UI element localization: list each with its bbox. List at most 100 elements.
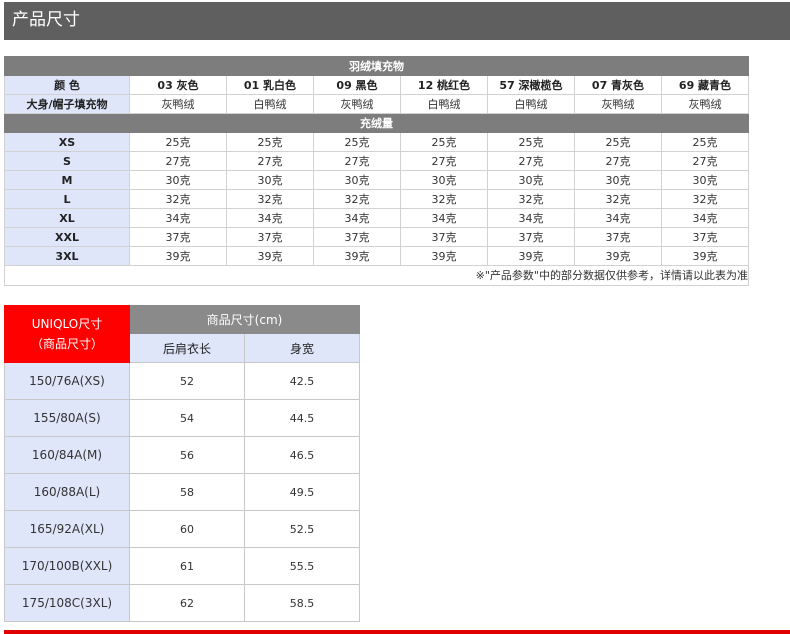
color-header: 69 藏青色	[661, 75, 749, 95]
table-cell: 27克	[487, 151, 575, 171]
table-cell: 灰鸭绒	[574, 94, 662, 114]
table-row: 170/100B(XXL) 61 55.5	[4, 547, 360, 585]
table-row: S 27克 27克 27克 27克 27克 27克 27克	[4, 151, 749, 171]
table-cell: 37克	[129, 227, 227, 247]
table-row: 160/88A(L) 58 49.5	[4, 473, 360, 511]
table-cell: 39克	[661, 246, 749, 266]
table-cell: 白鸭绒	[400, 94, 488, 114]
table-cell: 32克	[487, 189, 575, 209]
table-cell: 52	[129, 362, 245, 400]
brand-size-label: UNIQLO尺寸	[31, 317, 103, 331]
table-row: 160/84A(M) 56 46.5	[4, 436, 360, 474]
table-cell: 39克	[129, 246, 227, 266]
table-cell: 32克	[129, 189, 227, 209]
table-row: XL 34克 34克 34克 34克 34克 34克 34克	[4, 208, 749, 228]
color-row: 颜 色 03 灰色 01 乳白色 09 黑色 12 桃红色 57 深橄榄色 07…	[4, 75, 749, 95]
size-label: 160/84A(M)	[4, 436, 130, 474]
table-cell: 32克	[226, 189, 314, 209]
table-cell: 32克	[400, 189, 488, 209]
brand-size-sublabel: （商品尺寸）	[30, 337, 103, 351]
size-label: 165/92A(XL)	[4, 510, 130, 548]
table-cell: 25克	[226, 132, 314, 152]
table-cell: 34克	[661, 208, 749, 228]
table-cell: 62	[129, 584, 245, 622]
table-cell: 27克	[574, 151, 662, 171]
table-cell: 30克	[226, 170, 314, 190]
table-cell: 55.5	[244, 547, 360, 585]
size-label: 3XL	[4, 246, 130, 266]
table-cell: 27克	[661, 151, 749, 171]
size-label: XS	[4, 132, 130, 152]
table-cell: 27克	[226, 151, 314, 171]
table-row: XXL 37克 37克 37克 37克 37克 37克 37克	[4, 227, 749, 247]
table-cell: 27克	[313, 151, 401, 171]
table-cell: 34克	[129, 208, 227, 228]
table-cell: 37克	[661, 227, 749, 247]
table-cell: 32克	[661, 189, 749, 209]
size-label: XXL	[4, 227, 130, 247]
table-cell: 25克	[129, 132, 227, 152]
table-cell: 39克	[487, 246, 575, 266]
table-cell: 32克	[574, 189, 662, 209]
table-cell: 30克	[400, 170, 488, 190]
table-cell: 58	[129, 473, 245, 511]
table-cell: 25克	[487, 132, 575, 152]
size-label: 155/80A(S)	[4, 399, 130, 437]
section-header: 产品尺寸	[4, 2, 790, 40]
table-cell: 34克	[574, 208, 662, 228]
color-header: 01 乳白色	[226, 75, 314, 95]
size-label: 160/88A(L)	[4, 473, 130, 511]
table-cell: 27克	[129, 151, 227, 171]
color-header: 09 黑色	[313, 75, 401, 95]
table-title: 羽绒填充物	[4, 56, 749, 76]
table-cell: 30克	[487, 170, 575, 190]
size-label: 150/76A(XS)	[4, 362, 130, 400]
table-cell: 49.5	[244, 473, 360, 511]
subsection-title: 充绒量	[4, 113, 749, 133]
table-cell: 37克	[226, 227, 314, 247]
table-cell: 39克	[400, 246, 488, 266]
fill-row: 大身/帽子填充物 灰鸭绒 白鸭绒 灰鸭绒 白鸭绒 白鸭绒 灰鸭绒 灰鸭绒	[4, 94, 749, 114]
size-label: 170/100B(XXL)	[4, 547, 130, 585]
table-cell: 58.5	[244, 584, 360, 622]
color-header: 07 青灰色	[574, 75, 662, 95]
table-cell: 30克	[313, 170, 401, 190]
table-cell: 32克	[313, 189, 401, 209]
size-label: XL	[4, 208, 130, 228]
table-cell: 39克	[226, 246, 314, 266]
table-row: 155/80A(S) 54 44.5	[4, 399, 360, 437]
table-cell: 37克	[313, 227, 401, 247]
table-cell: 34克	[226, 208, 314, 228]
table-cell: 30克	[661, 170, 749, 190]
table-cell: 25克	[574, 132, 662, 152]
table-cell: 54	[129, 399, 245, 437]
table-cell: 44.5	[244, 399, 360, 437]
table-cell: 25克	[400, 132, 488, 152]
table-cell: 30克	[574, 170, 662, 190]
table-cell: 39克	[574, 246, 662, 266]
table-cell: 42.5	[244, 362, 360, 400]
row-label: 大身/帽子填充物	[4, 94, 130, 114]
table-cell: 61	[129, 547, 245, 585]
section-title: 产品尺寸	[12, 10, 80, 30]
column-header: 身宽	[244, 333, 360, 363]
table-row: 3XL 39克 39克 39克 39克 39克 39克 39克	[4, 246, 749, 266]
color-header: 12 桃红色	[400, 75, 488, 95]
color-header: 57 深橄榄色	[487, 75, 575, 95]
table-row: L 32克 32克 32克 32克 32克 32克 32克	[4, 189, 749, 209]
table-row: 165/92A(XL) 60 52.5	[4, 510, 360, 548]
table-cell: 34克	[487, 208, 575, 228]
table-cell: 52.5	[244, 510, 360, 548]
table-row: XS 25克 25克 25克 25克 25克 25克 25克	[4, 132, 749, 152]
table-cell: 灰鸭绒	[661, 94, 749, 114]
table-cell: 灰鸭绒	[129, 94, 227, 114]
table-cell: 60	[129, 510, 245, 548]
row-label: 颜 色	[4, 75, 130, 95]
table-cell: 25克	[661, 132, 749, 152]
table-cell: 25克	[313, 132, 401, 152]
brand-size-header: UNIQLO尺寸 （商品尺寸）	[4, 305, 130, 363]
divider	[4, 630, 790, 634]
table-cell: 30克	[129, 170, 227, 190]
table-cell: 56	[129, 436, 245, 474]
table-cell: 46.5	[244, 436, 360, 474]
